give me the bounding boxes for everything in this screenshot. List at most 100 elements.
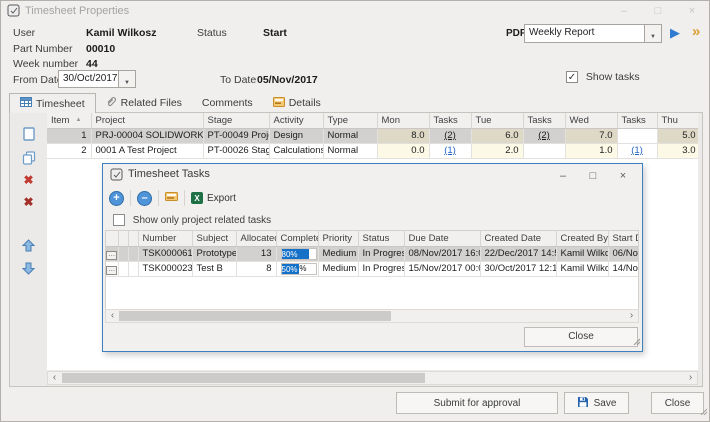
row-handle[interactable]: … xyxy=(106,261,118,276)
dialog-minimize-button[interactable]: – xyxy=(548,166,578,186)
cell-thu-hours[interactable]: 5.0 xyxy=(657,128,698,143)
export-button[interactable]: X Export xyxy=(191,192,236,204)
submit-for-approval-button[interactable]: Submit for approval xyxy=(396,392,558,414)
timesheet-horizontal-scrollbar[interactable]: ‹ › xyxy=(47,371,698,385)
cell-tue-hours[interactable]: 2.0 xyxy=(471,143,523,158)
task-row-1[interactable]: … TSK000061 Prototype 13 80% 80% Medium … xyxy=(106,246,639,261)
col-project[interactable]: Project xyxy=(91,113,203,128)
tasks-link[interactable]: (2) xyxy=(444,130,456,141)
from-date-input[interactable]: 30/Oct/2017 ▼ xyxy=(58,70,136,88)
copy-row-icon[interactable] xyxy=(10,151,47,170)
pdf-report-select[interactable]: Weekly Report ▼ xyxy=(524,24,662,43)
col-item[interactable]: Item▲ xyxy=(47,113,91,128)
tasks-link[interactable]: (1) xyxy=(444,145,456,156)
move-down-icon[interactable] xyxy=(10,262,47,280)
tasks-horizontal-scrollbar[interactable]: ‹ › xyxy=(105,309,639,323)
col-number[interactable]: Number xyxy=(138,231,192,246)
scroll-left-icon[interactable]: ‹ xyxy=(48,372,61,384)
col-wed-tasks[interactable]: Tasks xyxy=(617,113,657,128)
scrollbar-thumb[interactable] xyxy=(62,373,425,383)
cell-due-date: 08/Nov/2017 16:00 xyxy=(404,246,480,261)
delete-row-icon[interactable]: ✖ xyxy=(10,173,47,187)
cell-project: PRJ-00004 SOLIDWORKS Manage xyxy=(91,128,203,143)
col-mon-tasks[interactable]: Tasks xyxy=(429,113,471,128)
col-mon[interactable]: Mon xyxy=(377,113,429,128)
window-resize-grip[interactable] xyxy=(699,402,707,420)
col-due-date[interactable]: Due Date xyxy=(404,231,480,246)
filter-label: Show only project related tasks xyxy=(133,215,271,226)
col-type[interactable]: Type xyxy=(323,113,377,128)
cell-wed-hours[interactable]: 7.0 xyxy=(565,128,617,143)
pdf-report-dropdown-button[interactable]: ▼ xyxy=(644,25,661,42)
scroll-left-icon[interactable]: ‹ xyxy=(106,310,119,322)
col-status[interactable]: Status xyxy=(358,231,404,246)
cell-thu-hours[interactable]: 3.0 xyxy=(657,143,698,158)
tab-label: Details xyxy=(289,97,321,109)
dialog-maximize-button[interactable]: □ xyxy=(578,166,608,186)
status-label: Status xyxy=(197,27,227,39)
tab-timesheet[interactable]: Timesheet xyxy=(9,93,96,113)
tab-label: Timesheet xyxy=(36,98,85,110)
tab-related-files[interactable]: Related Files xyxy=(96,93,192,113)
row-icon-cell xyxy=(118,261,128,276)
scroll-right-icon[interactable]: › xyxy=(684,372,697,384)
col-tue[interactable]: Tue xyxy=(471,113,523,128)
tasks-link[interactable]: (1) xyxy=(631,145,643,156)
progress-bar: 80% 80% xyxy=(281,248,317,260)
show-tasks-checkbox[interactable]: ✓ Show tasks xyxy=(566,71,640,83)
run-report-icon[interactable]: ▶ xyxy=(670,25,680,41)
export-label: Export xyxy=(207,193,236,204)
delete-all-rows-icon[interactable]: ✖ xyxy=(10,195,47,209)
col-tue-tasks[interactable]: Tasks xyxy=(523,113,565,128)
col-created-date[interactable]: Created Date xyxy=(480,231,556,246)
task-row-2[interactable]: … TSK000023 Test B 8 50% 50% Medium In P… xyxy=(106,261,639,276)
close-label: Close xyxy=(665,398,691,409)
tab-label: Related Files xyxy=(121,97,182,109)
col-complete[interactable]: Complete xyxy=(276,231,318,246)
col-priority[interactable]: Priority xyxy=(318,231,358,246)
move-up-icon[interactable] xyxy=(10,239,47,257)
dialog-resize-grip[interactable] xyxy=(632,332,640,350)
col-stage[interactable]: Stage xyxy=(203,113,269,128)
from-date-dropdown-button[interactable]: ▼ xyxy=(118,71,135,87)
task-details-icon[interactable] xyxy=(165,189,178,207)
row-handle[interactable]: … xyxy=(106,246,118,261)
add-task-icon[interactable]: + xyxy=(109,191,124,206)
cell-tue-tasks: (2) xyxy=(523,128,565,143)
cell-mon-hours[interactable]: 8.0 xyxy=(377,128,429,143)
col-created-by[interactable]: Created By xyxy=(556,231,608,246)
cell-created-by: Kamil Wilkosz xyxy=(556,246,608,261)
timesheet-row-1[interactable]: 1 PRJ-00004 SOLIDWORKS Manage PT-00049 P… xyxy=(47,128,698,143)
new-row-icon[interactable] xyxy=(10,127,47,146)
cell-tue-hours[interactable]: 6.0 xyxy=(471,128,523,143)
row-icon-cell xyxy=(128,246,138,261)
cell-wed-hours[interactable]: 1.0 xyxy=(565,143,617,158)
col-subject[interactable]: Subject xyxy=(192,231,236,246)
minimize-button[interactable]: – xyxy=(607,1,641,21)
cell-type: Normal xyxy=(323,143,377,158)
col-activity[interactable]: Activity xyxy=(269,113,323,128)
save-button[interactable]: Save xyxy=(564,392,629,414)
col-wed[interactable]: Wed xyxy=(565,113,617,128)
project-tasks-filter-checkbox[interactable]: Show only project related tasks xyxy=(113,214,271,226)
cell-item: 2 xyxy=(47,143,91,158)
sign-report-icon[interactable]: » xyxy=(692,23,699,40)
dialog-close-icon-button[interactable]: × xyxy=(608,166,638,186)
col-allocated[interactable]: Allocated xyxy=(236,231,276,246)
scrollbar-thumb[interactable] xyxy=(119,311,391,321)
col-start-date[interactable]: Start Date xyxy=(608,231,639,246)
tab-details[interactable]: Details xyxy=(263,93,331,113)
col-thu[interactable]: Thu xyxy=(657,113,698,128)
maximize-button[interactable]: □ xyxy=(641,1,675,21)
footer-close-button[interactable]: Close xyxy=(651,392,704,414)
cell-created-by: Kamil Wilkosz xyxy=(556,261,608,276)
cell-mon-hours[interactable]: 0.0 xyxy=(377,143,429,158)
dialog-close-button[interactable]: Close xyxy=(524,327,638,347)
row-icon-cell xyxy=(118,246,128,261)
timesheet-row-2[interactable]: 2 0001 A Test Project PT-00026 Stage 1 C… xyxy=(47,143,698,158)
close-button[interactable]: × xyxy=(675,1,709,21)
tasks-link[interactable]: (2) xyxy=(538,130,550,141)
tab-comments[interactable]: Comments xyxy=(192,93,263,113)
scroll-right-icon[interactable]: › xyxy=(625,310,638,322)
remove-task-icon[interactable]: – xyxy=(137,191,152,206)
